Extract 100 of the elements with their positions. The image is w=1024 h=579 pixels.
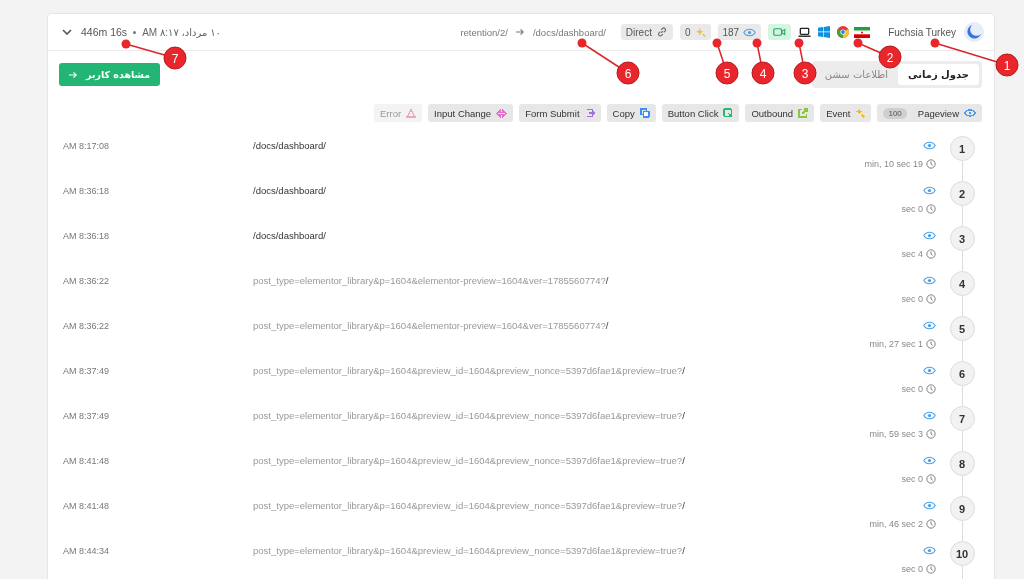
browser-icon xyxy=(837,26,850,38)
eye-icon[interactable] xyxy=(923,186,936,195)
callout-marker xyxy=(712,38,739,85)
step-number: 6 xyxy=(949,361,975,386)
page-url: post_type=elementor_library&p=1604&preview_id=1604&preview_nonce=5397d6fae1&preview=true?/ xyxy=(253,544,686,558)
filter-chip[interactable]: Event xyxy=(820,104,872,122)
time-on-page: min, 27 sec 1 xyxy=(869,339,923,349)
event-time: AM 8:36:18 xyxy=(62,230,111,243)
arrow-right-icon xyxy=(69,70,78,79)
time-on-page: sec 4 xyxy=(901,249,923,259)
sparkle-icon xyxy=(694,26,706,38)
exit-page: /docs/dashboard/ xyxy=(532,26,606,38)
event-time: AM 8:36:22 xyxy=(62,320,111,333)
callout-number: 1 xyxy=(1003,58,1011,73)
callout-marker xyxy=(577,38,640,85)
time-on-page: min, 59 sec 3 xyxy=(869,429,923,439)
time-on-page: sec 0 xyxy=(901,474,923,484)
page-url: post_type=elementor_library&p=1604&preview_id=1604&preview_nonce=5397d6fae1&preview=true?/ xyxy=(253,409,686,423)
arrow-right-icon xyxy=(515,28,525,36)
event-time: AM 8:37:49 xyxy=(62,410,111,423)
clock-icon xyxy=(926,204,936,214)
event-time: AM 8:36:22 xyxy=(62,275,111,288)
clock-icon xyxy=(926,429,936,439)
eye-icon[interactable] xyxy=(923,366,936,375)
link-icon xyxy=(655,26,668,38)
page-url: /docs/dashboard/ xyxy=(253,229,327,243)
callout-number: 7 xyxy=(171,51,179,66)
step-number: 1 xyxy=(949,136,975,161)
filter-chip[interactable]: Outbound xyxy=(745,104,815,122)
callout-number: 6 xyxy=(624,66,632,81)
clock-icon xyxy=(926,519,936,529)
callout-number: 4 xyxy=(759,66,767,81)
step-number: 8 xyxy=(949,451,975,476)
event-time: AM 8:44:34 xyxy=(62,545,111,558)
time-on-page: sec 0 xyxy=(901,564,923,574)
step-number: 7 xyxy=(949,406,975,431)
page-url: post_type=elementor_library&p=1604&preview_id=1604&preview_nonce=5397d6fae1&preview=true?/ xyxy=(253,499,686,513)
page-url: post_type=elementor_library&p=1604&elementor-preview=1604&ver=1785560774?/ xyxy=(253,274,610,288)
event-time: AM 8:36:18 xyxy=(62,185,111,198)
event-time: AM 8:17:08 xyxy=(62,140,111,153)
page-url: /docs/dashboard/ xyxy=(253,139,327,153)
event-time: AM 8:41:48 xyxy=(62,455,111,468)
step-number: 5 xyxy=(949,316,975,341)
callout-number: 3 xyxy=(801,66,809,81)
source-badge: Direct xyxy=(620,24,673,40)
eye-icon[interactable] xyxy=(923,411,936,420)
callout-number: 2 xyxy=(886,50,894,65)
eye-icon[interactable] xyxy=(923,456,936,465)
event-time: AM 8:41:48 xyxy=(62,500,111,513)
clicks-badge: 0 xyxy=(679,24,711,40)
session-duration: 446m 16s xyxy=(81,26,128,38)
filter-chip[interactable]: Form Submit xyxy=(519,104,601,122)
step-number: 9 xyxy=(949,496,975,521)
views-badge: 187 xyxy=(717,24,762,40)
clock-icon xyxy=(926,474,936,484)
event-time: AM 8:37:49 xyxy=(62,365,111,378)
clock-icon xyxy=(926,339,936,349)
user-name: Fuchsia Turkey xyxy=(888,26,956,38)
laptop-icon xyxy=(798,26,812,38)
callout-number: 5 xyxy=(723,66,731,81)
count-badge: 100 xyxy=(883,107,907,119)
eye-icon[interactable] xyxy=(923,321,936,330)
filter-chip[interactable]: Copy xyxy=(606,104,656,122)
time-on-page: sec 0 xyxy=(901,384,923,394)
video-camera-icon[interactable] xyxy=(773,27,787,37)
clock-icon xyxy=(926,249,936,259)
page-url: /docs/dashboard/ xyxy=(253,184,327,198)
chevron-down-icon[interactable] xyxy=(62,29,72,35)
clock-icon xyxy=(926,564,936,574)
windows-icon xyxy=(818,26,831,38)
tab[interactable]: جدول زمانی xyxy=(898,64,979,85)
step-number: 4 xyxy=(949,271,975,296)
eye-icon[interactable] xyxy=(923,231,936,240)
entry-page: retention/2/ xyxy=(460,26,508,38)
eye-icon[interactable] xyxy=(923,546,936,555)
step-number: 10 xyxy=(949,541,975,566)
flag-icon xyxy=(854,26,871,38)
time-on-page: sec 0 xyxy=(901,204,923,214)
eye-icon xyxy=(743,27,757,37)
eye-icon[interactable] xyxy=(923,276,936,285)
eye-icon[interactable] xyxy=(923,501,936,510)
step-number: 3 xyxy=(949,226,975,251)
time-on-page: sec 0 xyxy=(901,294,923,304)
callout-marker xyxy=(121,39,187,70)
eye-icon[interactable] xyxy=(923,141,936,150)
time-on-page: min, 46 sec 2 xyxy=(869,519,923,529)
separator-dot xyxy=(133,30,137,34)
filter-chip[interactable]: Input Change xyxy=(428,104,514,122)
page-url: post_type=elementor_library&p=1604&elementor-preview=1604&ver=1785560774?/ xyxy=(253,319,610,333)
filter-chip[interactable]: 100 Pageview xyxy=(877,104,982,122)
clock-icon xyxy=(926,294,936,304)
session-date: ۱۰ مرداد، ۸:۱۷ AM xyxy=(142,26,221,38)
callout-marker xyxy=(793,38,817,85)
time-on-page: min, 10 sec 19 xyxy=(864,159,923,169)
filter-chip[interactable]: Button Click xyxy=(661,104,740,122)
page-url: post_type=elementor_library&p=1604&preview_id=1604&preview_nonce=5397d6fae1&preview=true?/ xyxy=(253,454,686,468)
page-url: post_type=elementor_library&p=1604&preview_id=1604&preview_nonce=5397d6fae1&preview=true?/ xyxy=(253,364,686,378)
clock-icon xyxy=(926,384,936,394)
callout-marker xyxy=(751,38,775,85)
step-number: 2 xyxy=(949,181,975,206)
